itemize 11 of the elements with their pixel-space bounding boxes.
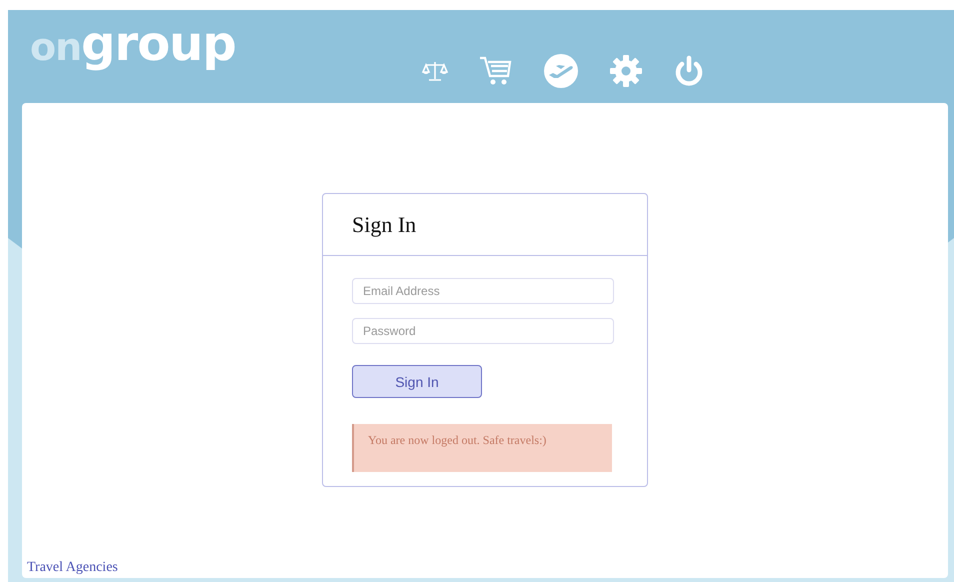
logout-alert: You are now loged out. Safe travels:) — [352, 424, 612, 472]
card-title: Sign In — [352, 212, 416, 238]
settings-icon[interactable] — [608, 54, 643, 88]
sign-in-button[interactable]: Sign In — [352, 365, 482, 398]
power-icon[interactable] — [674, 55, 704, 87]
airplane-icon[interactable] — [544, 54, 578, 88]
scale-icon[interactable] — [422, 60, 448, 82]
password-field[interactable]: Password — [352, 318, 614, 344]
email-field[interactable]: Email Address — [352, 278, 614, 304]
cart-icon[interactable] — [478, 56, 513, 86]
footer-link[interactable]: Travel Agencies — [27, 560, 118, 576]
